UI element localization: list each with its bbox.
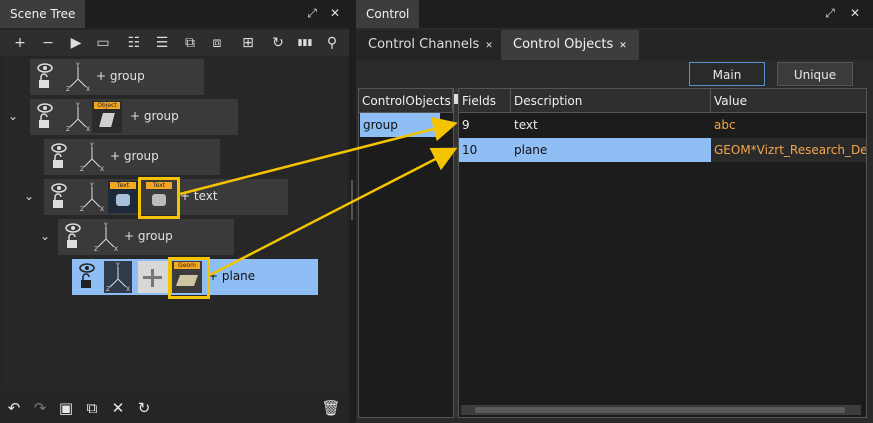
arrow-to-plane-row bbox=[209, 147, 458, 277]
arrow-overlay bbox=[179, 116, 458, 277]
arrow-to-text-row bbox=[179, 116, 458, 196]
